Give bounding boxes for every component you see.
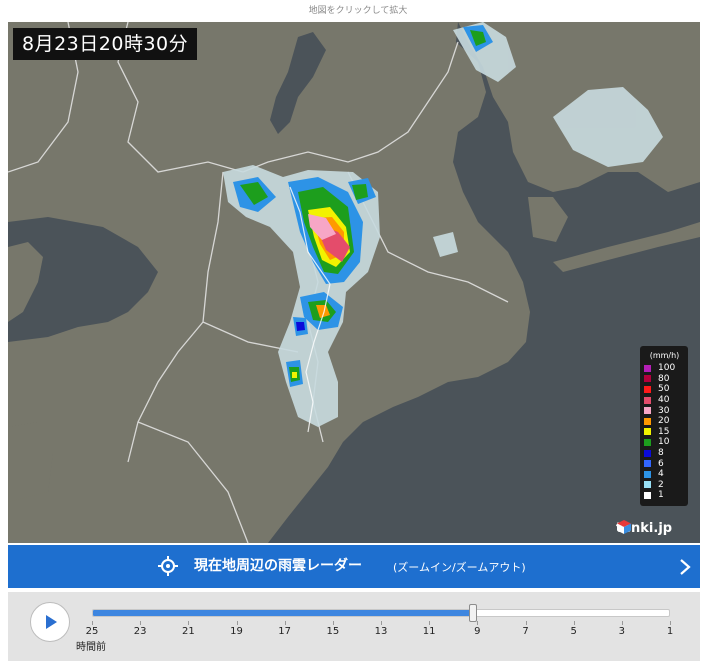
legend-label: 8 — [658, 448, 664, 459]
legend-label: 40 — [658, 395, 670, 406]
legend-row-10: 4 — [644, 469, 685, 480]
legend-row-5: 20 — [644, 416, 685, 427]
legend-row-4: 30 — [644, 405, 685, 416]
rain-radar-map[interactable]: 8月23日20時30分 (mm/h) 100 80 50 40 30 20 15… — [8, 22, 700, 543]
legend-row-1: 80 — [644, 374, 685, 385]
banner-subtitle: (ズームイン/ズームアウト) — [393, 561, 526, 574]
legend-swatch — [644, 364, 651, 372]
tenki-logo[interactable]: tenki.jp — [616, 519, 672, 537]
timeline-ticks — [8, 621, 700, 631]
timeline-tick-label: 25 — [85, 626, 99, 637]
timeline-progress — [93, 610, 473, 616]
target-location-icon — [158, 556, 178, 576]
legend-swatch — [644, 449, 651, 457]
timeline-tick-label: 1 — [666, 626, 674, 637]
timeline-tick — [525, 621, 527, 625]
legend-row-11: 2 — [644, 480, 685, 491]
timeline-tick — [92, 621, 93, 625]
precipitation-legend: (mm/h) 100 80 50 40 30 20 15 10 8 6 4 2 … — [640, 346, 688, 506]
legend-label: 20 — [658, 416, 670, 427]
legend-swatch — [644, 428, 651, 436]
legend-label: 2 — [658, 479, 664, 490]
legend-swatch — [644, 417, 651, 425]
timeline-tick — [573, 621, 575, 625]
timeline-tick-label: 21 — [181, 626, 195, 637]
timeline-tick-label: 11 — [422, 626, 436, 637]
timeline-tick-label: 7 — [522, 626, 529, 637]
legend-label: 80 — [658, 373, 670, 384]
timeline-tick — [381, 621, 382, 625]
nearby-rain-radar-link[interactable]: 現在地周辺の雨雲レーダー (ズームイン/ズームアウト) — [8, 545, 700, 588]
radar-timestamp: 8月23日20時30分 — [13, 28, 198, 60]
timeline-tick — [188, 621, 190, 625]
timeline-tick-label: 5 — [570, 626, 577, 637]
chevron-right-icon — [680, 559, 691, 575]
legend-label: 100 — [658, 363, 676, 374]
legend-unit: (mm/h) — [649, 351, 680, 360]
timeline-tick-label: 9 — [474, 626, 481, 637]
timeline-tick — [429, 621, 431, 625]
legend-label: 1 — [658, 490, 664, 501]
legend-swatch — [644, 375, 651, 383]
timeline-tick-label: 17 — [278, 626, 292, 637]
timeline-tick-label: 15 — [326, 626, 340, 637]
legend-label: 10 — [658, 437, 670, 448]
timeline-tick — [477, 621, 479, 625]
timeline-tick — [236, 621, 238, 625]
legend-row-12: 1 — [644, 490, 685, 501]
legend-label: 6 — [658, 458, 664, 469]
legend-row-9: 6 — [644, 458, 685, 469]
page: 地図をクリックして拡大 8月23日20時30分 (mm/h) 100 80 50… — [0, 0, 716, 661]
legend-swatch — [644, 407, 651, 415]
timeline-tick-label: 3 — [618, 626, 626, 637]
legend-label: 50 — [658, 384, 670, 395]
timeline-controls: 25 23 21 19 17 15 13 11 9 7 5 3 1 時間前 — [8, 592, 700, 661]
timeline-tick — [621, 621, 623, 625]
map-canvas[interactable] — [8, 22, 700, 543]
timeline-tick-label: 23 — [133, 626, 147, 637]
banner-title: 現在地周辺の雨雲レーダー — [194, 558, 362, 574]
legend-row-8: 8 — [644, 448, 685, 459]
legend-swatch — [644, 481, 651, 489]
legend-row-6: 15 — [644, 427, 685, 438]
legend-swatch — [644, 385, 651, 393]
click-to-zoom-hint: 地図をクリックして拡大 — [308, 6, 408, 16]
timeline-tick — [670, 621, 671, 625]
legend-swatch — [644, 460, 651, 468]
legend-swatch — [644, 438, 651, 446]
legend-label: 15 — [658, 426, 670, 437]
timeline-slider-handle[interactable] — [469, 604, 478, 622]
legend-label: 30 — [658, 405, 670, 416]
legend-swatch — [644, 396, 651, 404]
timeline-tick — [332, 621, 334, 625]
legend-row-3: 40 — [644, 395, 685, 406]
timeline-track[interactable] — [92, 609, 670, 617]
legend-row-7: 10 — [644, 437, 685, 448]
timeline-tick-label: 19 — [230, 626, 243, 637]
legend-swatch — [644, 491, 651, 499]
tenki-logo-icon — [617, 520, 631, 534]
timeline-tick-label: 13 — [374, 626, 388, 637]
legend-label: 4 — [658, 469, 664, 480]
timeline-tick — [140, 621, 142, 625]
legend-row-0: 100 — [644, 363, 685, 374]
legend-row-2: 50 — [644, 384, 685, 395]
hours-ago-label: 時間前 — [76, 642, 106, 653]
legend-swatch — [644, 470, 651, 478]
timeline-tick — [284, 621, 286, 625]
